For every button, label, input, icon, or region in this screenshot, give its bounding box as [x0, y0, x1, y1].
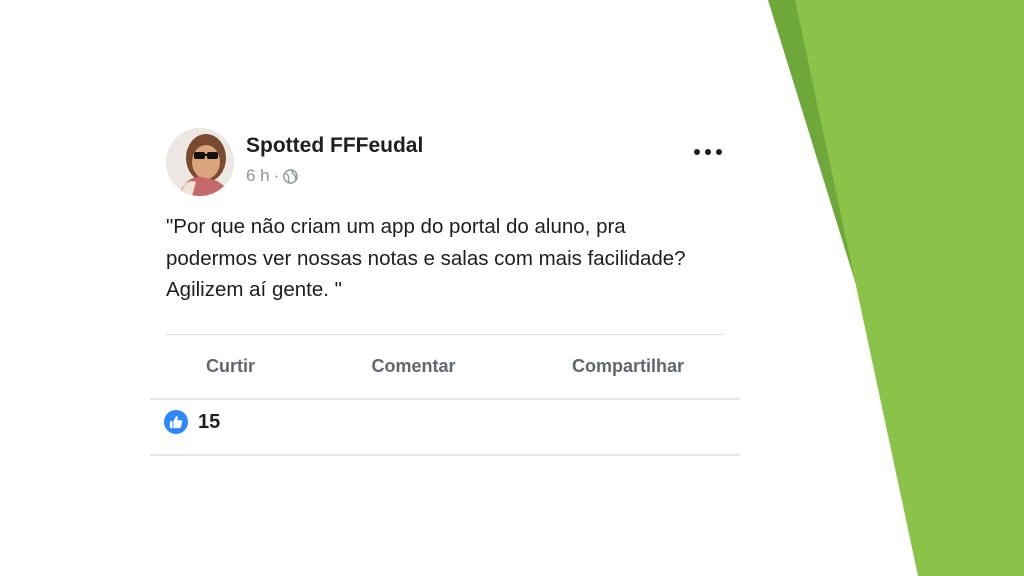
- post-time[interactable]: 6 h: [246, 166, 270, 186]
- more-dot: [705, 149, 711, 155]
- avatar[interactable]: [166, 128, 234, 196]
- reactions-summary[interactable]: 15: [164, 410, 220, 434]
- more-options-icon[interactable]: [694, 142, 722, 162]
- meta-separator: ·: [273, 166, 280, 185]
- post-author[interactable]: Spotted FFFeudal: [246, 134, 423, 158]
- divider: [166, 334, 724, 335]
- facebook-post: Spotted FFFeudal 6 h · "Por que não cria…: [150, 120, 740, 460]
- post-meta: 6 h ·: [246, 166, 299, 186]
- more-dot: [716, 149, 722, 155]
- globe-icon: [283, 168, 299, 184]
- post-text: "Por que não criam um app do portal do a…: [166, 215, 686, 301]
- like-button[interactable]: Curtir: [166, 350, 295, 383]
- divider: [150, 454, 740, 456]
- comment-button[interactable]: Comentar: [331, 350, 495, 383]
- share-button[interactable]: Compartilhar: [532, 350, 724, 383]
- divider: [150, 398, 740, 400]
- like-icon: [164, 410, 188, 434]
- more-dot: [694, 149, 700, 155]
- reaction-count: 15: [198, 410, 221, 433]
- post-actions: Curtir Comentar Compartilhar: [166, 346, 724, 386]
